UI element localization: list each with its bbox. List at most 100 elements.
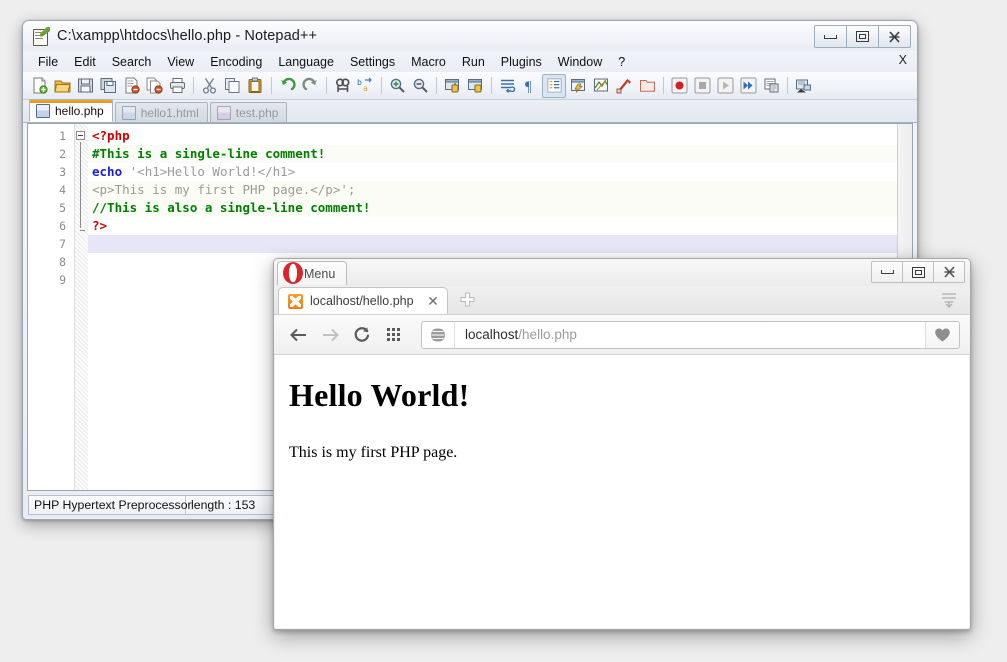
folder-as-workspace-icon[interactable] — [636, 75, 658, 97]
tab-hello1-html[interactable]: hello1.html — [115, 102, 208, 122]
function-list-icon[interactable] — [613, 75, 635, 97]
globe-security-icon[interactable] — [422, 322, 455, 348]
menu-run[interactable]: Run — [454, 54, 493, 70]
menu-window[interactable]: Window — [550, 54, 610, 70]
code-token: #This is a single-line comment! — [92, 146, 325, 161]
menu-help[interactable]: ? — [610, 54, 633, 70]
forward-arrow-icon[interactable] — [316, 321, 344, 349]
notepad-menubar[interactable]: File Edit Search View Encoding Language … — [23, 51, 917, 72]
menu-plugins[interactable]: Plugins — [493, 54, 550, 70]
xampp-favicon — [288, 294, 303, 309]
play-macro-icon[interactable] — [714, 75, 736, 97]
notepad-window-controls[interactable] — [815, 25, 911, 48]
tab-title: localhost/hello.php — [310, 294, 417, 308]
close-button[interactable] — [878, 25, 911, 48]
run-macro-multiple-icon[interactable] — [737, 75, 759, 97]
opera-menu-button[interactable]: Menu — [277, 261, 347, 285]
stop-recording-icon[interactable] — [691, 75, 713, 97]
collapse-icon[interactable] — [76, 131, 85, 140]
notepad-toolbar[interactable]: ba ¶ — [23, 72, 917, 100]
back-arrow-icon[interactable] — [284, 321, 312, 349]
opera-menu-label: Menu — [304, 267, 335, 281]
extensions-menu-icon[interactable] — [938, 289, 960, 311]
minimize-button[interactable] — [871, 261, 903, 283]
line-number: 4 — [28, 181, 74, 199]
code-line[interactable]: echo '<h1>Hello World!</h1> — [88, 163, 912, 181]
menu-view[interactable]: View — [159, 54, 202, 70]
menu-file[interactable]: File — [30, 54, 66, 70]
zoom-in-icon[interactable] — [386, 75, 408, 97]
menu-macro[interactable]: Macro — [403, 54, 454, 70]
replace-icon[interactable]: ba — [354, 75, 376, 97]
cut-icon[interactable] — [198, 75, 220, 97]
url-path: /hello.php — [518, 327, 577, 342]
reload-icon[interactable] — [348, 321, 376, 349]
code-line[interactable]: <?php — [88, 127, 912, 145]
paste-icon[interactable] — [244, 75, 266, 97]
menu-settings[interactable]: Settings — [342, 54, 403, 70]
redo-icon[interactable] — [299, 75, 321, 97]
user-defined-language-icon[interactable] — [567, 75, 589, 97]
toolbar-separator — [381, 77, 382, 94]
code-line[interactable]: #This is a single-line comment! — [88, 145, 912, 163]
line-number: 7 — [28, 235, 74, 253]
sync-horizontal-scroll-icon[interactable] — [464, 75, 486, 97]
tab-test-php[interactable]: test.php — [210, 102, 288, 122]
code-line[interactable] — [88, 235, 912, 253]
indent-guide-icon[interactable] — [542, 74, 566, 98]
address-bar[interactable]: localhost/hello.php — [421, 321, 960, 349]
code-token: <?php — [92, 128, 130, 143]
print-icon[interactable] — [166, 75, 188, 97]
tab-label: hello1.html — [141, 106, 199, 120]
close-document-button[interactable]: X — [899, 53, 907, 67]
line-number: 1 — [28, 127, 74, 145]
new-tab-plus-icon[interactable] — [454, 286, 480, 312]
code-line[interactable]: //This is also a single-line comment! — [88, 199, 912, 217]
menu-encoding[interactable]: Encoding — [202, 54, 270, 70]
copy-icon[interactable] — [221, 75, 243, 97]
sync-vertical-scroll-icon[interactable] — [441, 75, 463, 97]
word-wrap-icon[interactable] — [496, 75, 518, 97]
php-file-icon — [36, 104, 50, 118]
save-all-icon[interactable] — [97, 75, 119, 97]
new-file-icon[interactable] — [28, 75, 50, 97]
opera-navigation-bar[interactable]: localhost/hello.php — [274, 315, 970, 355]
opera-tabstrip[interactable]: localhost/hello.php ✕ — [274, 286, 970, 315]
maximize-button[interactable] — [902, 261, 934, 283]
opera-window-controls[interactable] — [872, 261, 965, 283]
speed-dial-grid-icon[interactable] — [380, 321, 408, 349]
close-tab-icon[interactable]: ✕ — [425, 293, 441, 309]
url-text[interactable]: localhost/hello.php — [455, 327, 925, 342]
save-macro-icon[interactable] — [760, 75, 782, 97]
notepad-tabbar[interactable]: hello.php hello1.html test.php — [23, 100, 917, 123]
opera-browser-window[interactable]: Menu localhost/hello.php ✕ — [273, 258, 971, 630]
code-folding-margin[interactable] — [75, 124, 88, 490]
menu-edit[interactable]: Edit — [66, 54, 104, 70]
document-map-icon[interactable] — [590, 75, 612, 97]
menu-search[interactable]: Search — [104, 54, 160, 70]
show-all-characters-icon[interactable]: ¶ — [519, 75, 541, 97]
code-line[interactable]: ?> — [88, 217, 912, 235]
maximize-button[interactable] — [846, 25, 879, 48]
fold-toggle[interactable] — [75, 127, 88, 145]
zoom-out-icon[interactable] — [409, 75, 431, 97]
tab-hello-php[interactable]: hello.php — [29, 99, 113, 122]
record-macro-icon[interactable] — [668, 75, 690, 97]
find-icon[interactable] — [331, 75, 353, 97]
notepad-titlebar[interactable]: C:\xampp\htdocs\hello.php - Notepad++ — [23, 21, 917, 51]
code-line[interactable]: <p>This is my first PHP page.</p>'; — [88, 181, 912, 199]
open-file-icon[interactable] — [51, 75, 73, 97]
minimize-button[interactable] — [814, 25, 847, 48]
toolbar-separator — [271, 77, 272, 94]
undo-icon[interactable] — [276, 75, 298, 97]
fold-line — [80, 142, 81, 228]
close-file-icon[interactable] — [120, 75, 142, 97]
browser-tab[interactable]: localhost/hello.php ✕ — [278, 287, 448, 314]
bookmark-heart-icon[interactable] — [925, 322, 959, 348]
menu-language[interactable]: Language — [270, 54, 342, 70]
run-icon[interactable] — [792, 75, 814, 97]
close-button[interactable] — [933, 261, 965, 283]
opera-titlebar[interactable]: Menu — [274, 259, 970, 286]
save-icon[interactable] — [74, 75, 96, 97]
close-all-files-icon[interactable] — [143, 75, 165, 97]
